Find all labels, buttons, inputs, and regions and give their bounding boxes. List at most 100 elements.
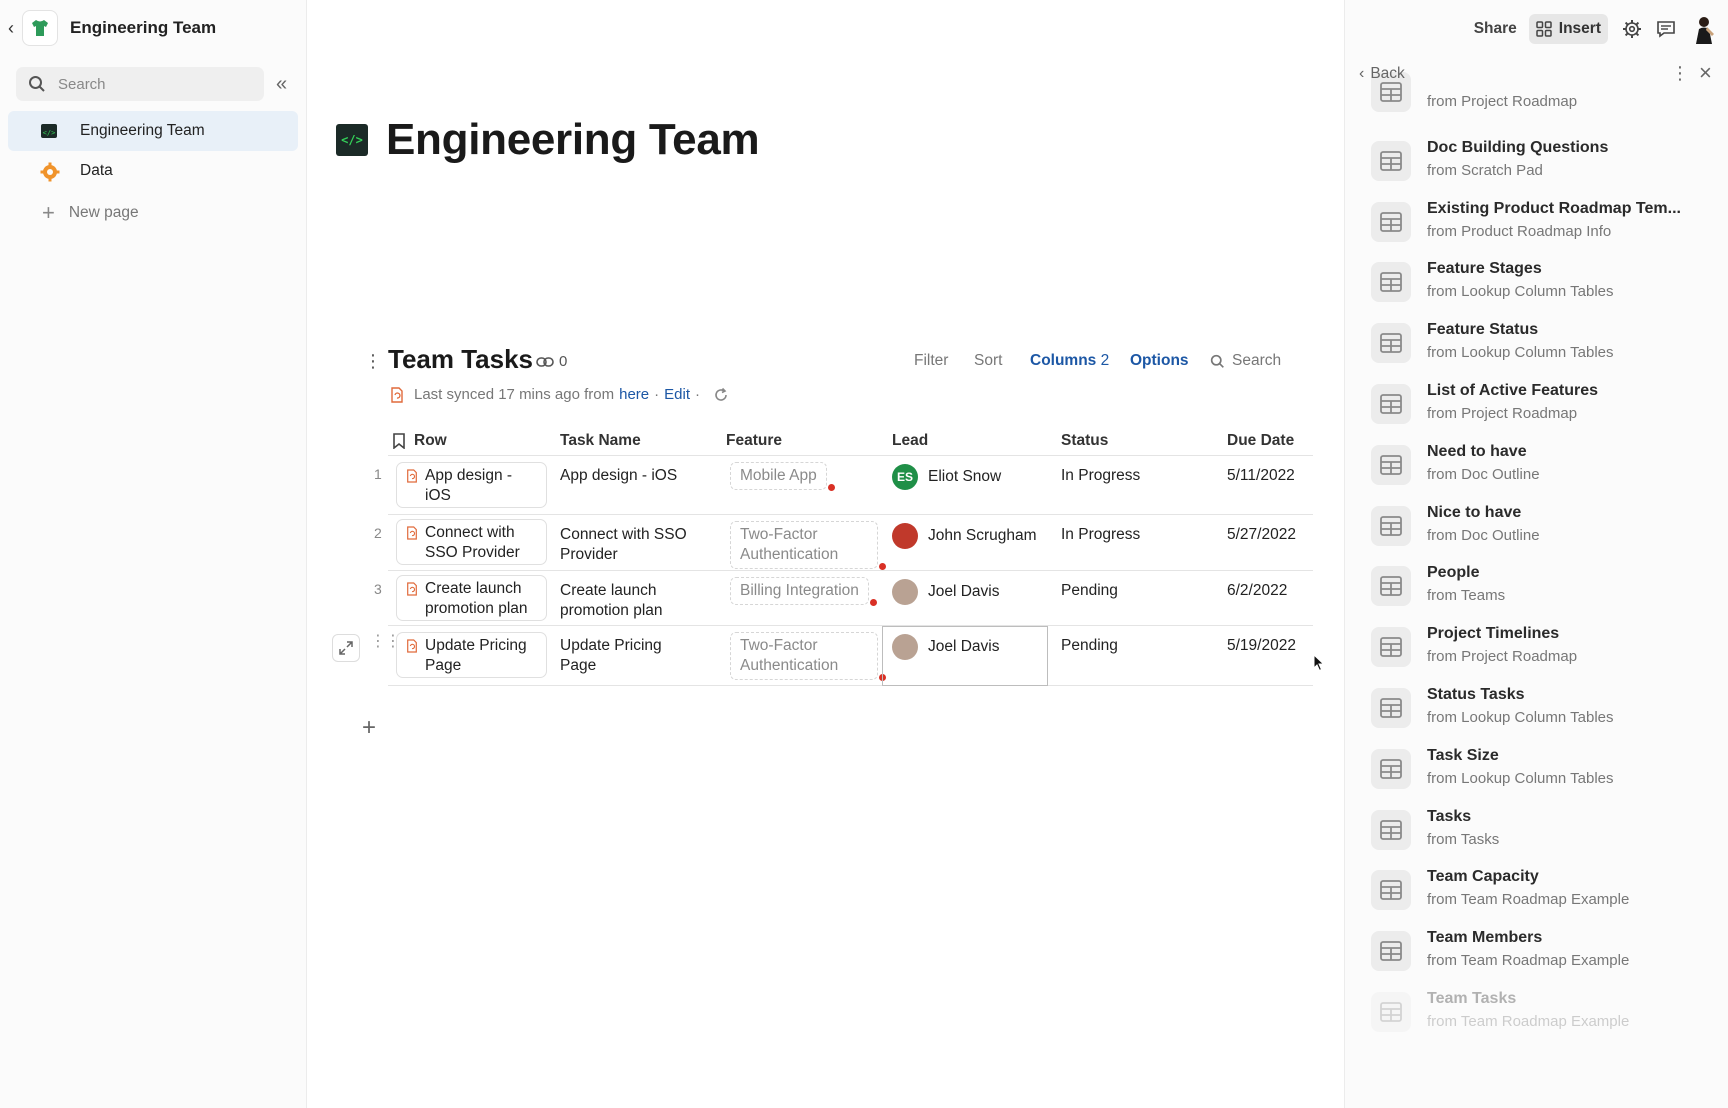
due-date-cell[interactable]: 5/27/2022 xyxy=(1227,525,1296,545)
back-label: Back xyxy=(1370,65,1405,82)
table-list-item[interactable]: Doc Building Questions from Scratch Pad xyxy=(1371,137,1711,193)
sidebar-search-input[interactable]: Search xyxy=(16,67,264,101)
table-list-item[interactable]: Status Tasks from Lookup Column Tables xyxy=(1371,684,1711,740)
status-cell[interactable]: Pending xyxy=(1061,581,1118,601)
sidebar-item-label: Engineering Team xyxy=(80,122,205,139)
back-chevron-icon[interactable]: ‹ xyxy=(0,18,22,39)
feature-chip[interactable]: Two-Factor Authentication xyxy=(730,632,886,681)
due-date-cell[interactable]: 5/19/2022 xyxy=(1227,636,1296,656)
add-row-button[interactable]: + xyxy=(362,716,376,740)
feature-chip[interactable]: Two-Factor Authentication xyxy=(730,521,886,570)
table-name: List of Active Features xyxy=(1427,382,1599,399)
back-button[interactable]: ‹ Back xyxy=(1359,65,1405,83)
collapse-sidebar-icon[interactable]: « xyxy=(276,74,287,94)
table-list-item[interactable]: Need to have from Doc Outline xyxy=(1371,441,1711,497)
new-page-button[interactable]: + New page xyxy=(42,202,139,224)
lead-cell[interactable]: Joel Davis xyxy=(892,634,1000,660)
settings-icon[interactable] xyxy=(1622,19,1642,39)
list-fade xyxy=(1345,1048,1728,1108)
table-list-item[interactable]: Feature Status from Lookup Column Tables xyxy=(1371,319,1711,375)
table-list-item[interactable]: Feature Stages from Lookup Column Tables xyxy=(1371,258,1711,314)
gear-icon xyxy=(40,162,60,187)
feature-chip[interactable]: Mobile App xyxy=(730,462,835,491)
column-header-row[interactable]: Row xyxy=(392,432,447,450)
table-list-item[interactable]: Team Capacity from Team Roadmap Example xyxy=(1371,866,1711,922)
more-options-icon[interactable]: ⋮ xyxy=(1671,64,1689,82)
row-reference-chip[interactable]: App design - iOS xyxy=(396,462,547,508)
table-row[interactable]: 2 Connect with SSO Provider Connect with… xyxy=(374,515,1313,571)
row-reference-chip[interactable]: Create launch promotion plan xyxy=(396,575,547,621)
table-list-item[interactable]: Project Timelines from Project Roadmap xyxy=(1371,623,1711,679)
table-source: from Project Roadmap xyxy=(1427,93,1578,110)
table-icon xyxy=(1371,992,1411,1032)
table-source: from Lookup Column Tables xyxy=(1427,709,1614,726)
row-reference-chip[interactable]: Update Pricing Page xyxy=(396,632,547,678)
close-icon[interactable]: × xyxy=(1699,62,1712,84)
feature-chip[interactable]: Billing Integration xyxy=(730,577,877,606)
table-icon xyxy=(1371,688,1411,728)
broken-reference-dot xyxy=(827,484,835,491)
table-menu-icon[interactable]: ⋮ xyxy=(364,352,382,370)
workspace-logo[interactable] xyxy=(22,10,58,46)
table-source: from Lookup Column Tables xyxy=(1427,344,1614,362)
table-row[interactable]: ⋮⋮ Update Pricing Page Update Pricing Pa… xyxy=(332,626,1313,686)
task-name-cell[interactable]: Create launch promotion plan xyxy=(560,581,700,621)
expand-row-icon[interactable] xyxy=(332,634,360,662)
task-name-cell[interactable]: App design - iOS xyxy=(560,466,700,486)
sync-edit-link[interactable]: Edit xyxy=(664,386,690,403)
task-name-cell[interactable]: Connect with SSO Provider xyxy=(560,525,700,565)
refresh-icon[interactable] xyxy=(713,387,729,403)
filter-button[interactable]: Filter xyxy=(914,352,948,370)
status-cell[interactable]: Pending xyxy=(1061,636,1118,656)
insert-button[interactable]: Insert xyxy=(1528,14,1608,44)
comment-icon[interactable] xyxy=(1656,19,1676,39)
lead-cell[interactable]: ES Eliot Snow xyxy=(892,464,1001,490)
user-avatar[interactable] xyxy=(1690,14,1718,44)
table-list-item[interactable]: Tasks from Tasks xyxy=(1371,806,1711,862)
share-button[interactable]: Share xyxy=(1474,20,1517,38)
sort-button[interactable]: Sort xyxy=(974,352,1002,370)
column-header-task-name[interactable]: Task Name xyxy=(560,432,641,450)
page-title[interactable]: Engineering Team xyxy=(386,115,760,165)
table-search-button[interactable]: Search xyxy=(1210,352,1281,370)
lead-cell[interactable]: Joel Davis xyxy=(892,579,1000,605)
table-source: from Project Roadmap xyxy=(1427,405,1578,422)
sidebar-item-data[interactable]: Data xyxy=(8,151,298,191)
table-icon xyxy=(1371,323,1411,364)
table-icon xyxy=(1371,627,1411,668)
status-cell[interactable]: In Progress xyxy=(1061,525,1140,545)
table-list-item[interactable]: from Project Roadmap xyxy=(1371,68,1711,124)
code-terminal-icon[interactable]: </> xyxy=(336,124,368,156)
columns-button[interactable]: Columns 2 xyxy=(1030,352,1109,370)
broken-reference-dot xyxy=(879,563,886,570)
table-list-item[interactable]: People from Teams xyxy=(1371,562,1711,618)
table-list-item[interactable]: Team Tasks from Team Roadmap Example xyxy=(1371,988,1711,1044)
table-link-count[interactable]: 0 xyxy=(536,353,567,370)
status-cell[interactable]: In Progress xyxy=(1061,466,1140,486)
due-date-cell[interactable]: 5/11/2022 xyxy=(1227,466,1295,486)
sync-text: Last synced 17 mins ago from xyxy=(414,386,615,403)
column-header-due-date[interactable]: Due Date xyxy=(1227,432,1294,450)
column-header-lead[interactable]: Lead xyxy=(892,432,928,450)
table-icon xyxy=(1371,809,1411,850)
lead-cell[interactable]: John Scrugham xyxy=(892,523,1037,549)
feature-label: Billing Integration xyxy=(740,582,859,599)
table-title[interactable]: Team Tasks xyxy=(388,344,533,375)
options-button[interactable]: Options xyxy=(1130,352,1189,370)
svg-text:</>: </> xyxy=(43,129,56,137)
column-header-feature[interactable]: Feature xyxy=(726,432,782,450)
row-reference-chip[interactable]: Connect with SSO Provider xyxy=(396,519,547,565)
task-name-cell[interactable]: Update Pricing Page xyxy=(560,636,700,676)
table-row[interactable]: 3 Create launch promotion plan Create la… xyxy=(374,571,1313,626)
table-list-item[interactable]: Task Size from Lookup Column Tables xyxy=(1371,745,1711,801)
table-list-item[interactable]: Team Members from Team Roadmap Example xyxy=(1371,927,1711,983)
due-date-cell[interactable]: 6/2/2022 xyxy=(1227,581,1287,601)
sync-source-link[interactable]: here xyxy=(619,386,649,403)
table-list-item[interactable]: List of Active Features from Project Road… xyxy=(1371,380,1711,436)
table-source: from Project Roadmap xyxy=(1427,648,1578,666)
table-list-item[interactable]: Nice to have from Doc Outline xyxy=(1371,502,1711,558)
sidebar-item-engineering-team[interactable]: </> Engineering Team xyxy=(8,111,298,151)
table-list-item[interactable]: Existing Product Roadmap Tem... from Prod… xyxy=(1371,198,1711,254)
table-row[interactable]: 1 App design - iOS App design - iOS Mobi… xyxy=(374,456,1313,515)
column-header-status[interactable]: Status xyxy=(1061,432,1108,450)
